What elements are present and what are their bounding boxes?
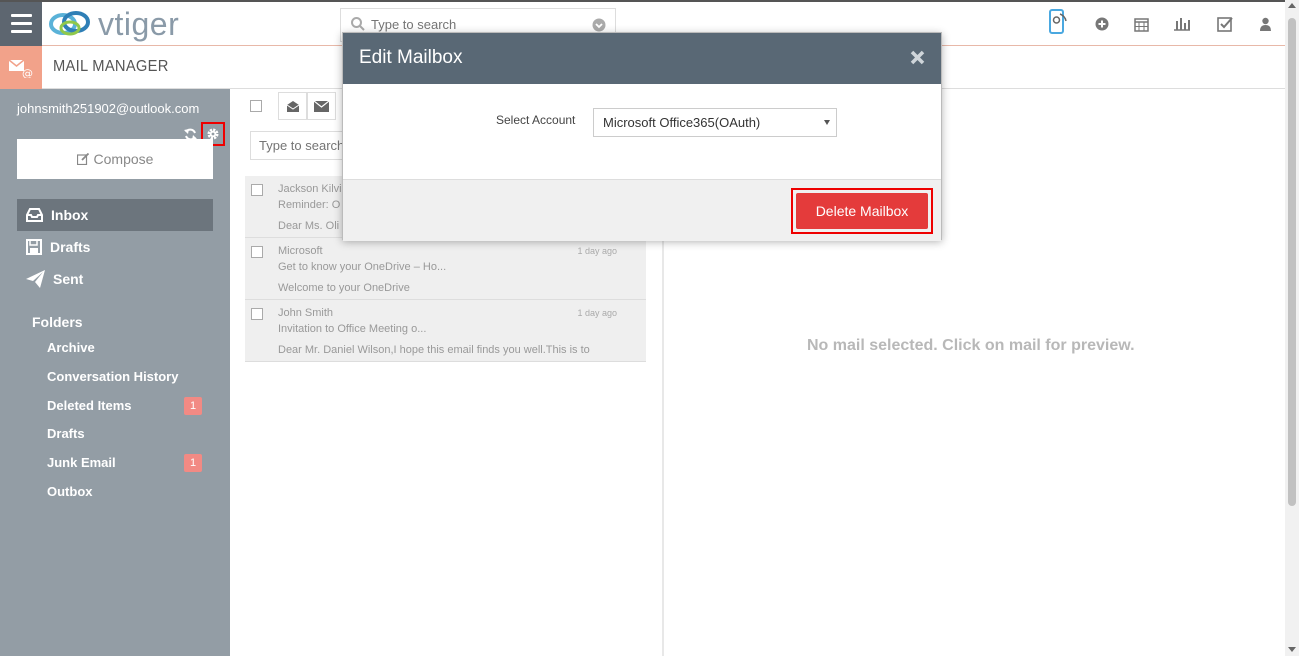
mail-subject: Invitation to Office Meeting o... — [278, 323, 427, 335]
mail-date: 1 day ago — [577, 246, 617, 256]
nav-drafts[interactable]: Drafts — [17, 231, 213, 263]
mail-date: 1 day ago — [577, 308, 617, 318]
list-toolbar — [250, 92, 336, 120]
floppy-icon — [26, 239, 42, 255]
modal-footer: Delete Mailbox — [343, 179, 941, 241]
mail-manager-icon[interactable]: @ — [0, 46, 42, 89]
calendar-icon[interactable] — [1128, 11, 1154, 37]
caret-down-icon — [824, 120, 830, 125]
module-title[interactable]: MAIL MANAGER — [53, 58, 169, 76]
folder-deleted-items[interactable]: Deleted Items — [47, 398, 132, 413]
mail-from: John Smith — [278, 307, 334, 319]
account-select-value: Microsoft Office365(OAuth) — [603, 115, 761, 130]
modal-header: Edit Mailbox — [343, 33, 941, 84]
inbox-icon — [26, 208, 43, 222]
modal-body: Select Account Microsoft Office365(OAuth… — [343, 84, 941, 179]
mail-checkbox[interactable] — [251, 184, 263, 196]
reports-icon[interactable] — [1169, 11, 1195, 37]
global-search-input[interactable] — [371, 17, 591, 32]
edit-mailbox-modal: Edit Mailbox Select Account Microsoft Of… — [342, 32, 942, 241]
account-email: johnsmith251902@outlook.com — [17, 101, 200, 116]
logo-icon — [49, 11, 90, 36]
mail-subject: Reminder: O — [278, 199, 341, 211]
nav-inbox-label: Inbox — [51, 207, 89, 223]
envelope-icon — [314, 100, 329, 112]
folder-junk-email[interactable]: Junk Email — [47, 455, 116, 470]
modal-title: Edit Mailbox — [359, 47, 463, 68]
mail-row[interactable]: Microsoft Get to know your OneDrive – Ho… — [245, 238, 646, 300]
close-button[interactable] — [907, 47, 927, 67]
scroll-down-icon[interactable] — [1288, 647, 1296, 652]
mark-unread-button[interactable] — [307, 92, 336, 120]
close-icon — [910, 50, 924, 64]
mail-row[interactable]: John Smith Invitation to Office Meeting … — [245, 300, 646, 362]
logo-text: vtiger — [98, 5, 180, 42]
mail-preview: Welcome to your OneDrive — [278, 282, 410, 294]
delete-mailbox-highlight: Delete Mailbox — [791, 188, 933, 234]
svg-text:@: @ — [22, 67, 33, 78]
folder-archive[interactable]: Archive — [47, 340, 95, 355]
folder-outbox[interactable]: Outbox — [47, 484, 93, 499]
scroll-thumb[interactable] — [1288, 18, 1296, 506]
nav-sent[interactable]: Sent — [17, 263, 213, 295]
mail-checkbox[interactable] — [251, 308, 263, 320]
preview-empty-message: No mail selected. Click on mail for prev… — [807, 337, 1135, 354]
mail-subject: Get to know your OneDrive – Ho... — [278, 261, 447, 273]
delete-mailbox-button[interactable]: Delete Mailbox — [796, 193, 928, 229]
tasks-icon[interactable] — [1212, 11, 1238, 37]
edit-icon — [76, 153, 89, 165]
paper-plane-icon — [26, 270, 45, 288]
junk-email-badge: 1 — [184, 454, 202, 472]
folders-title: Folders — [32, 314, 83, 330]
folder-conversation-history[interactable]: Conversation History — [47, 369, 178, 384]
select-account-label: Select Account — [496, 113, 576, 127]
mail-preview: Dear Mr. Daniel Wilson,I hope this email… — [278, 344, 590, 356]
folder-drafts[interactable]: Drafts — [47, 426, 85, 441]
nav-sent-label: Sent — [53, 271, 84, 287]
compose-button[interactable]: Compose — [17, 139, 213, 179]
mobile-icon[interactable] — [1045, 9, 1071, 35]
mail-from: Microsoft — [278, 245, 323, 257]
select-all-checkbox[interactable] — [250, 100, 262, 112]
vtiger-logo[interactable]: vtiger — [48, 6, 179, 42]
deleted-items-badge: 1 — [184, 397, 202, 415]
menu-icon[interactable] — [0, 2, 42, 46]
mail-preview: Dear Ms. Oli — [278, 220, 340, 232]
sidebar: johnsmith251902@outlook.com Compose Inbo… — [0, 89, 230, 656]
nav-inbox[interactable]: Inbox — [17, 199, 213, 231]
page-scrollbar[interactable] — [1285, 0, 1299, 656]
compose-label: Compose — [93, 151, 154, 167]
envelope-open-icon — [286, 100, 299, 112]
scroll-up-icon[interactable] — [1288, 3, 1296, 8]
user-icon[interactable] — [1252, 11, 1278, 37]
mark-read-button[interactable] — [278, 92, 307, 120]
add-icon[interactable] — [1089, 11, 1115, 37]
mail-checkbox[interactable] — [251, 246, 263, 258]
mail-from: Jackson Kilvin — [278, 183, 348, 195]
account-select[interactable]: Microsoft Office365(OAuth) — [593, 108, 837, 137]
chevron-down-icon[interactable] — [592, 18, 606, 32]
search-icon — [351, 17, 365, 31]
nav-drafts-label: Drafts — [50, 239, 91, 255]
